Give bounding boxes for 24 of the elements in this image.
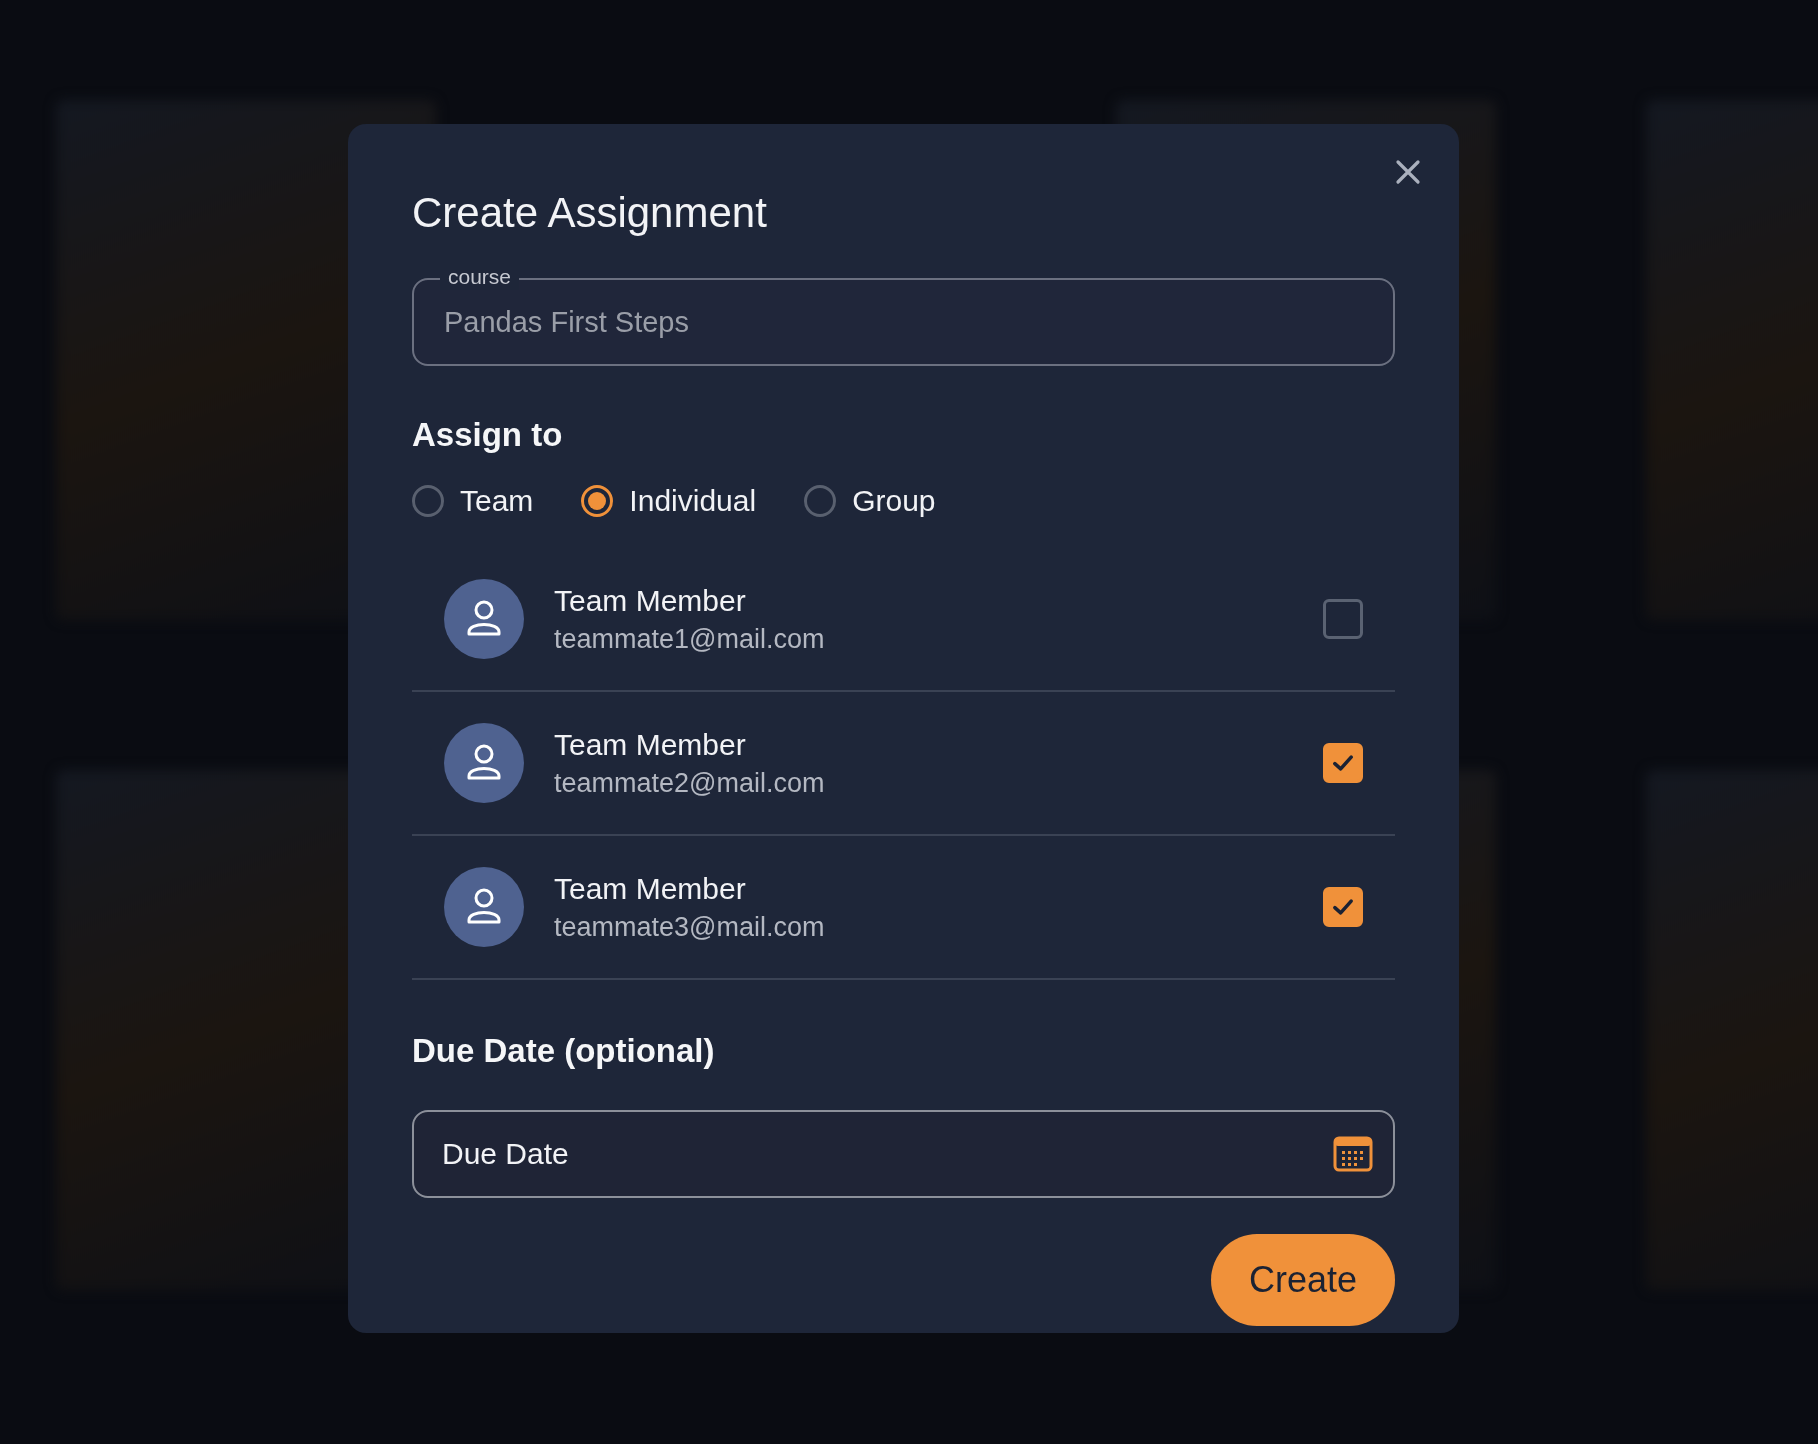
member-name: Team Member — [554, 727, 747, 762]
radio-button[interactable] — [581, 485, 614, 518]
radio-button[interactable] — [412, 485, 444, 518]
checkbox[interactable] — [1323, 887, 1363, 928]
section-heading: Assign to — [412, 416, 564, 455]
radio-label: Individual — [629, 484, 757, 519]
checkbox[interactable] — [1323, 743, 1363, 784]
radio-button[interactable] — [804, 485, 837, 518]
checkbox[interactable] — [1323, 599, 1363, 640]
create-button[interactable]: Create — [1211, 1234, 1395, 1327]
avatar-icon — [444, 723, 524, 804]
member-name: Team Member — [554, 871, 747, 906]
member-name: Team Member — [554, 583, 747, 618]
member-email: teammate3@mail.com — [554, 911, 826, 943]
member-email: teammate1@mail.com — [554, 623, 826, 655]
radio-label: Team — [460, 484, 534, 519]
calendar-icon[interactable] — [1333, 1136, 1373, 1173]
radio-label: Group — [852, 484, 936, 519]
member-email: teammate2@mail.com — [554, 767, 826, 799]
avatar-icon — [444, 579, 524, 660]
dialog-title: Create Assignment — [412, 188, 768, 238]
date-field[interactable]: Due Date — [412, 1110, 1395, 1199]
section-heading: Due Date (optional) — [412, 1032, 716, 1071]
avatar-icon — [444, 867, 524, 948]
